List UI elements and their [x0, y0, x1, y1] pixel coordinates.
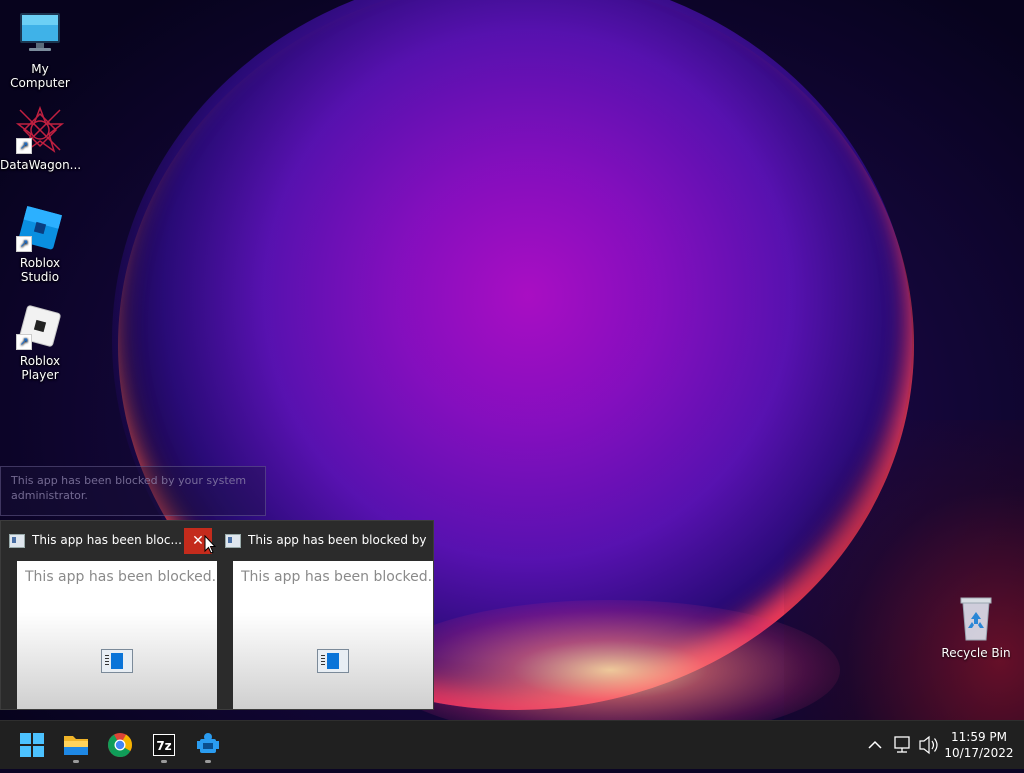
datawagon-icon: ↗ [15, 105, 65, 154]
running-indicator [161, 760, 167, 763]
taskbar-7zip[interactable]: 7z [144, 725, 184, 765]
desktop-icon-label: My Computer [10, 62, 70, 90]
chrome-icon [107, 733, 132, 758]
preview-thumbnail[interactable]: This app has been blocked... [233, 561, 433, 709]
taskbar-chrome[interactable] [100, 725, 140, 765]
recycle-bin-label: Recycle Bin [941, 646, 1011, 660]
blocked-app-icon [317, 649, 349, 673]
desktop-icon-roblox-studio[interactable]: ↗ Roblox Studio [0, 204, 80, 284]
blocked-tooltip: This app has been blocked by your system… [0, 466, 266, 516]
desktop-icon-label: DataWagon... [0, 158, 82, 172]
show-hidden-icons-button[interactable] [864, 721, 886, 769]
running-indicator [205, 760, 211, 763]
shortcut-arrow-icon: ↗ [16, 334, 32, 350]
preview-window-1[interactable]: This app has been bloc... ✕ This app has… [1, 521, 217, 709]
preview-thumbnail[interactable]: This app has been blocked... [17, 561, 217, 709]
volume-button[interactable] [916, 721, 940, 769]
taskbar: 7z 11:59 PM 10/17/2022 [0, 720, 1024, 769]
desktop-icon-recycle-bin[interactable]: Recycle Bin [940, 594, 1012, 660]
preview-message: This app has been blocked... [25, 569, 215, 585]
mouse-cursor-icon [204, 534, 218, 555]
taskbar-clock[interactable]: 11:59 PM 10/17/2022 [940, 729, 1018, 761]
recycle-bin-icon [956, 594, 996, 642]
preview-window-2[interactable]: This app has been blocked by ... This ap… [217, 521, 433, 709]
close-icon: ✕ [192, 533, 204, 549]
blocked-app-icon [101, 649, 133, 673]
clock-date: 10/17/2022 [944, 746, 1014, 760]
folder-icon [64, 736, 88, 755]
desktop-icon-roblox-player[interactable]: ↗ Roblox Player [0, 302, 80, 382]
network-icon [894, 736, 910, 753]
svg-text:7z: 7z [156, 739, 171, 753]
clock-time: 11:59 PM [951, 730, 1007, 744]
preview-title-bar: This app has been blocked by ... [217, 521, 433, 559]
7zip-icon: 7z [153, 734, 175, 756]
start-button[interactable] [12, 725, 52, 765]
roblox-studio-icon: ↗ [16, 204, 64, 252]
running-indicator [73, 760, 79, 763]
desktop-icon-label: Roblox Studio [19, 256, 61, 284]
app-window-icon [225, 534, 241, 548]
taskbar-blue-app[interactable] [188, 725, 228, 765]
chevron-up-icon [868, 740, 882, 749]
desktop-icon-label: Roblox Player [19, 354, 61, 382]
shortcut-arrow-icon: ↗ [16, 236, 32, 252]
preview-title: This app has been blocked by ... [248, 533, 428, 547]
wallpaper-warm [784, 420, 1024, 720]
preview-message: This app has been blocked... [241, 569, 431, 585]
blue-app-icon [197, 733, 219, 753]
taskbar-file-explorer[interactable] [56, 725, 96, 765]
preview-title: This app has been bloc... [32, 533, 182, 547]
app-window-icon [9, 534, 25, 548]
windows-start-icon [20, 733, 44, 757]
roblox-player-icon: ↗ [16, 302, 64, 350]
shortcut-arrow-icon: ↗ [16, 138, 32, 154]
speaker-icon [919, 735, 938, 755]
monitor-icon [16, 10, 64, 58]
network-button[interactable] [890, 721, 914, 769]
desktop-icon-datawagon[interactable]: ↗ DataWagon... [0, 105, 82, 172]
desktop-icon-my-computer[interactable]: My Computer [0, 10, 80, 90]
